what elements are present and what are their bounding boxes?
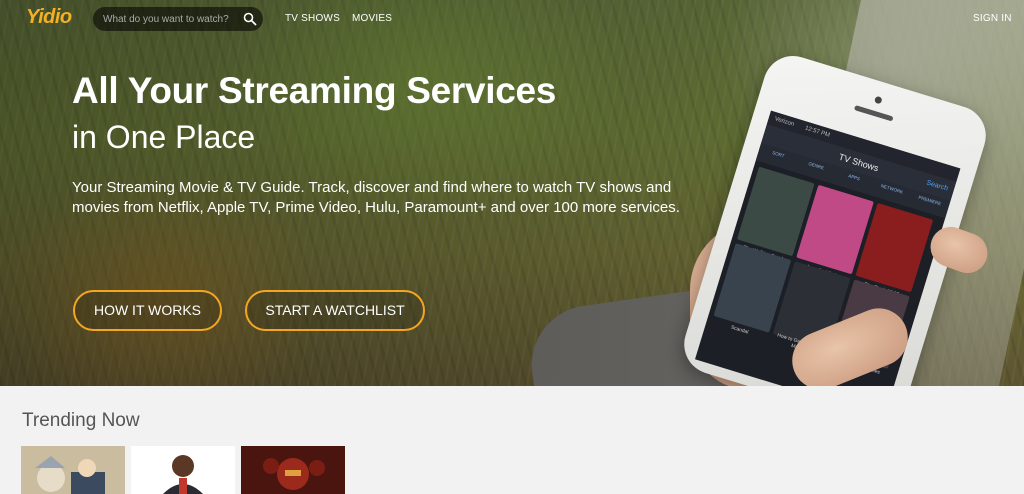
trending-card[interactable]: [21, 446, 125, 494]
trending-section: Trending Now: [0, 386, 1024, 494]
search-box[interactable]: [93, 7, 263, 31]
hero-subline: in One Place: [72, 119, 256, 155]
trending-card-art: [241, 446, 345, 494]
trending-card[interactable]: [131, 446, 235, 494]
search-icon[interactable]: [243, 12, 257, 26]
sign-in-link[interactable]: SIGN IN: [973, 13, 1012, 24]
nav-movies[interactable]: MOVIES: [352, 13, 392, 24]
phone-poster-title: Scandal: [729, 324, 750, 336]
trending-card-art: [131, 446, 235, 494]
search-input[interactable]: [103, 11, 229, 27]
top-nav: Yidio TV SHOWS MOVIES SIGN IN: [0, 0, 1024, 38]
trending-card[interactable]: [241, 446, 345, 494]
trending-title: Trending Now: [22, 410, 140, 431]
trending-card-art: [21, 446, 125, 494]
phone-carrier: Verizon: [773, 116, 795, 128]
hero-description: Your Streaming Movie & TV Guide. Track, …: [72, 179, 680, 216]
yidio-logo[interactable]: Yidio: [26, 6, 72, 29]
start-watchlist-button[interactable]: START A WATCHLIST: [245, 290, 425, 331]
how-it-works-button[interactable]: HOW IT WORKS: [73, 290, 222, 331]
nav-tv-shows[interactable]: TV SHOWS: [285, 13, 340, 24]
hero-headline: All Your Streaming Services: [72, 70, 557, 111]
hero-banner: Verizon 12:57 PM TV Shows Search SORT GE…: [0, 0, 1024, 386]
